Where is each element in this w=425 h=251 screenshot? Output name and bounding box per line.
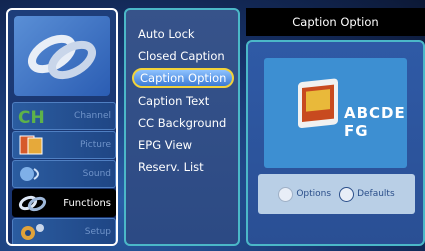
- sidebar-item-label: Functions: [63, 197, 111, 209]
- sidebar-item-channel[interactable]: CH Channel: [12, 102, 116, 130]
- sidebar-item-functions[interactable]: Functions: [12, 189, 116, 217]
- menu-item-caption-option[interactable]: Caption Option: [132, 68, 235, 88]
- options-button[interactable]: Options: [278, 186, 332, 202]
- functions-icon: [16, 192, 50, 214]
- menu-item-caption-text[interactable]: Caption Text: [138, 94, 209, 108]
- functions-logo-tile: [14, 16, 110, 96]
- channel-icon: CH: [16, 105, 50, 128]
- remote-button-icon: [339, 186, 355, 202]
- panel-body: ABCDE FG Options Defaults: [246, 40, 425, 246]
- sidebar-item-setup[interactable]: Setup: [12, 218, 116, 244]
- menu-item-auto-lock[interactable]: Auto Lock: [138, 27, 195, 41]
- defaults-label: Defaults: [357, 189, 395, 199]
- picture-icon: [16, 134, 50, 156]
- chain-links-icon: [28, 34, 96, 80]
- options-bar: Options Defaults: [258, 174, 415, 214]
- menu-item-closed-caption[interactable]: Closed Caption: [138, 49, 225, 63]
- menu-item-cc-background[interactable]: CC Background: [138, 116, 226, 130]
- functions-menu-list: Auto Lock Closed Caption Caption Option …: [124, 8, 240, 246]
- sidebar-item-label: Picture: [80, 140, 111, 150]
- menu-item-reserv-list[interactable]: Reserv. List: [138, 160, 204, 174]
- panel-title: Caption Option: [246, 8, 425, 36]
- sound-icon: [16, 163, 50, 185]
- tv-menu-screen: CH Channel Picture Sound Functions Setup…: [0, 0, 425, 251]
- sidebar-item-picture[interactable]: Picture: [12, 131, 116, 159]
- caption-option-panel: Caption Option ABCDE FG Options Defaults: [246, 8, 425, 246]
- sidebar-item-sound[interactable]: Sound: [12, 160, 116, 188]
- defaults-button[interactable]: Defaults: [339, 186, 395, 202]
- menu-item-epg-view[interactable]: EPG View: [138, 138, 192, 152]
- select-button-icon: [278, 186, 294, 202]
- caption-preview-text: ABCDE FG: [344, 104, 406, 140]
- sidebar-item-label: Channel: [74, 111, 111, 121]
- main-menu-sidebar: CH Channel Picture Sound Functions Setup: [6, 8, 118, 246]
- sidebar-item-label: Sound: [82, 169, 111, 179]
- setup-icon: [16, 221, 50, 243]
- caption-preview: ABCDE FG: [264, 58, 407, 168]
- svg-text:CH: CH: [18, 108, 45, 127]
- options-label: Options: [296, 189, 332, 199]
- sidebar-item-label: Setup: [84, 227, 111, 237]
